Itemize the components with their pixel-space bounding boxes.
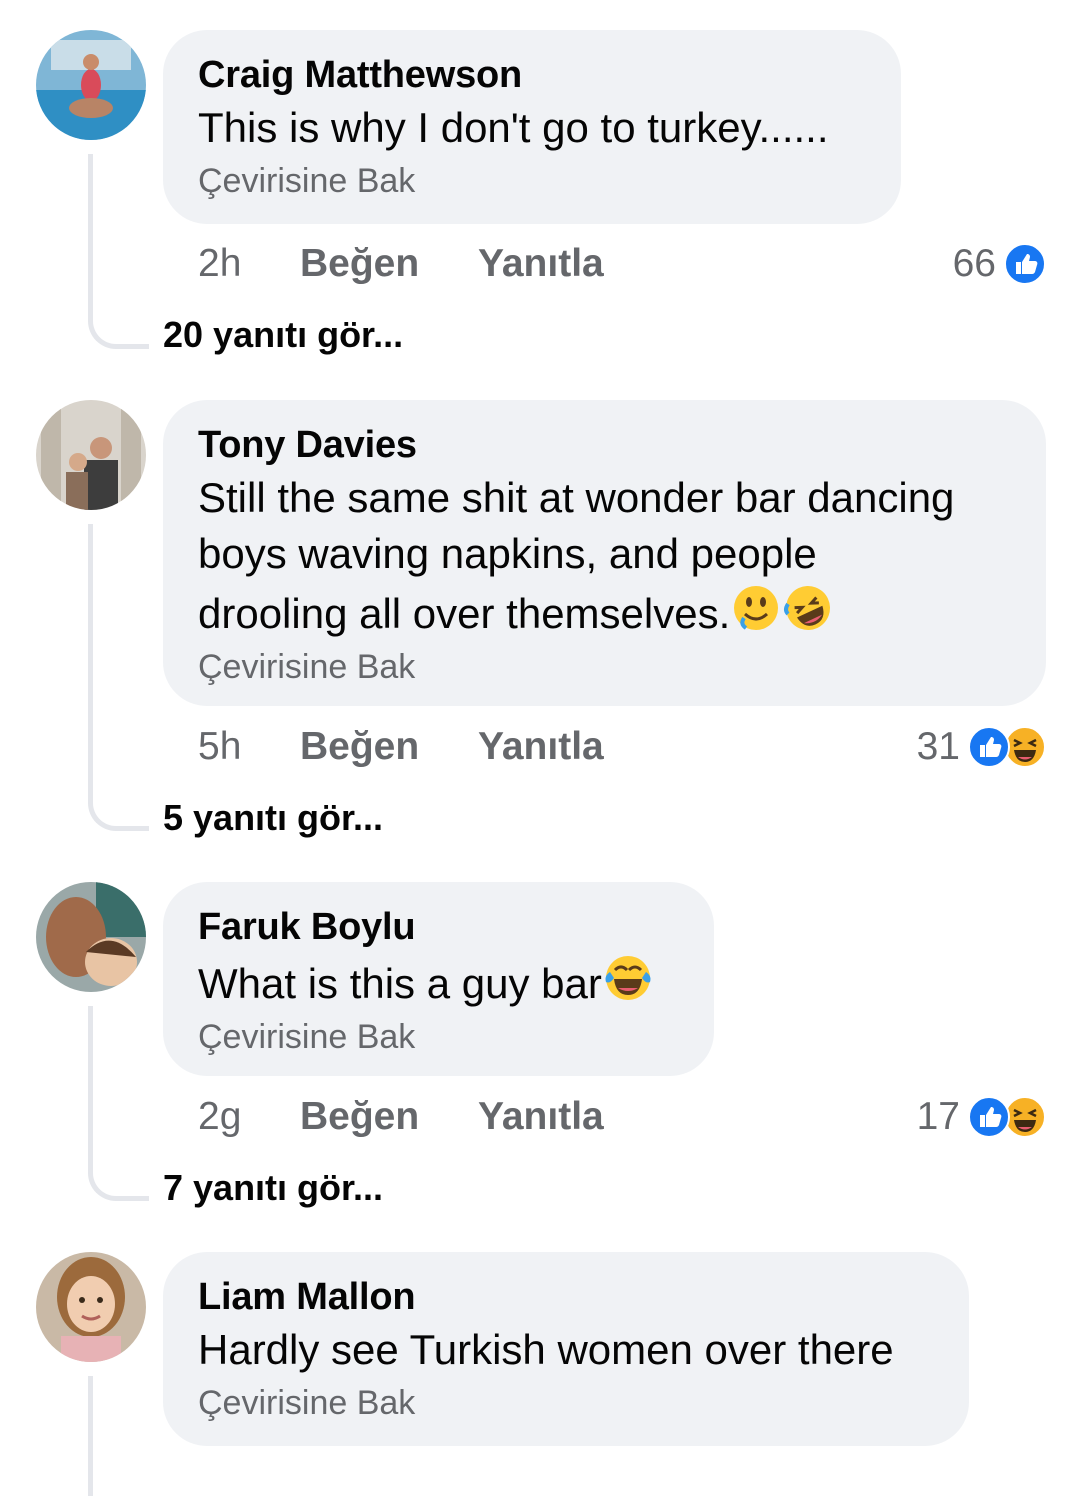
reply-button[interactable]: Yanıtla (478, 1095, 604, 1139)
reaction-count: 31 (916, 725, 960, 768)
view-replies-link[interactable]: 20 yanıtı gör... (163, 314, 403, 356)
comment-bubble[interactable]: Faruk Boylu What is this a guy bar Çevir… (163, 882, 714, 1076)
comment-text-line-last: drooling all over themselves. (198, 582, 1011, 642)
drooling-face-emoji (730, 582, 782, 634)
thread-line (88, 1376, 149, 1496)
like-icon (1004, 243, 1046, 285)
translate-link[interactable]: Çevirisine Bak (198, 158, 866, 204)
thread-line (88, 524, 149, 831)
avatar[interactable] (36, 30, 146, 140)
reaction-summary[interactable]: 31 (917, 725, 1046, 769)
view-replies-link[interactable]: 5 yanıtı gör... (163, 797, 383, 839)
reply-button[interactable]: Yanıtla (478, 725, 604, 769)
like-button[interactable]: Beğen (300, 1095, 419, 1139)
comment-author[interactable]: Craig Matthewson (198, 50, 866, 100)
comment-time[interactable]: 2h (198, 242, 241, 286)
comment-time[interactable]: 5h (198, 725, 241, 769)
avatar[interactable] (36, 1252, 146, 1362)
thread-line (88, 154, 149, 349)
like-icon (968, 726, 1010, 768)
reply-button[interactable]: Yanıtla (478, 242, 604, 286)
comment-text-line: drooling all over themselves. (198, 590, 731, 637)
comment-text-line: Still the same shit at wonder bar dancin… (198, 474, 955, 521)
haha-icon (1004, 726, 1046, 768)
comment-text-content: What is this a guy bar (198, 960, 602, 1007)
comment-text-line: boys waving napkins, and people (198, 530, 817, 577)
comment-bubble[interactable]: Liam Mallon Hardly see Turkish women ove… (163, 1252, 969, 1446)
thread-line (88, 1006, 149, 1201)
translate-link[interactable]: Çevirisine Bak (198, 1014, 679, 1060)
reaction-count: 66 (952, 242, 996, 285)
like-icon (968, 1096, 1010, 1138)
reaction-summary[interactable]: 17 (917, 1095, 1046, 1139)
avatar[interactable] (36, 400, 146, 510)
comment-author[interactable]: Liam Mallon (198, 1272, 934, 1322)
comment-bubble[interactable]: Craig Matthewson This is why I don't go … (163, 30, 901, 224)
like-button[interactable]: Beğen (300, 725, 419, 769)
comment-text: What is this a guy bar (198, 952, 679, 1012)
comment-author[interactable]: Tony Davies (198, 420, 1011, 470)
comment-text: Hardly see Turkish women over there (198, 1326, 894, 1373)
like-button[interactable]: Beğen (300, 242, 419, 286)
view-replies-link[interactable]: 7 yanıtı gör... (163, 1167, 383, 1209)
comment-author[interactable]: Faruk Boylu (198, 902, 679, 952)
reaction-summary[interactable]: 66 (953, 242, 1046, 286)
comment-bubble[interactable]: Tony Davies Still the same shit at wonde… (163, 400, 1046, 706)
haha-icon (1004, 1096, 1046, 1138)
comment-text: This is why I don't go to turkey...... (198, 104, 829, 151)
reaction-count: 17 (916, 1095, 960, 1138)
comment-text: Still the same shit at wonder bar dancin… (198, 470, 1011, 642)
translate-link[interactable]: Çevirisine Bak (198, 644, 1011, 690)
rolling-on-floor-laughing-emoji (782, 582, 834, 634)
tears-of-joy-emoji (602, 952, 654, 1004)
avatar[interactable] (36, 882, 146, 992)
comment-time[interactable]: 2g (198, 1095, 241, 1139)
translate-link[interactable]: Çevirisine Bak (198, 1380, 934, 1426)
